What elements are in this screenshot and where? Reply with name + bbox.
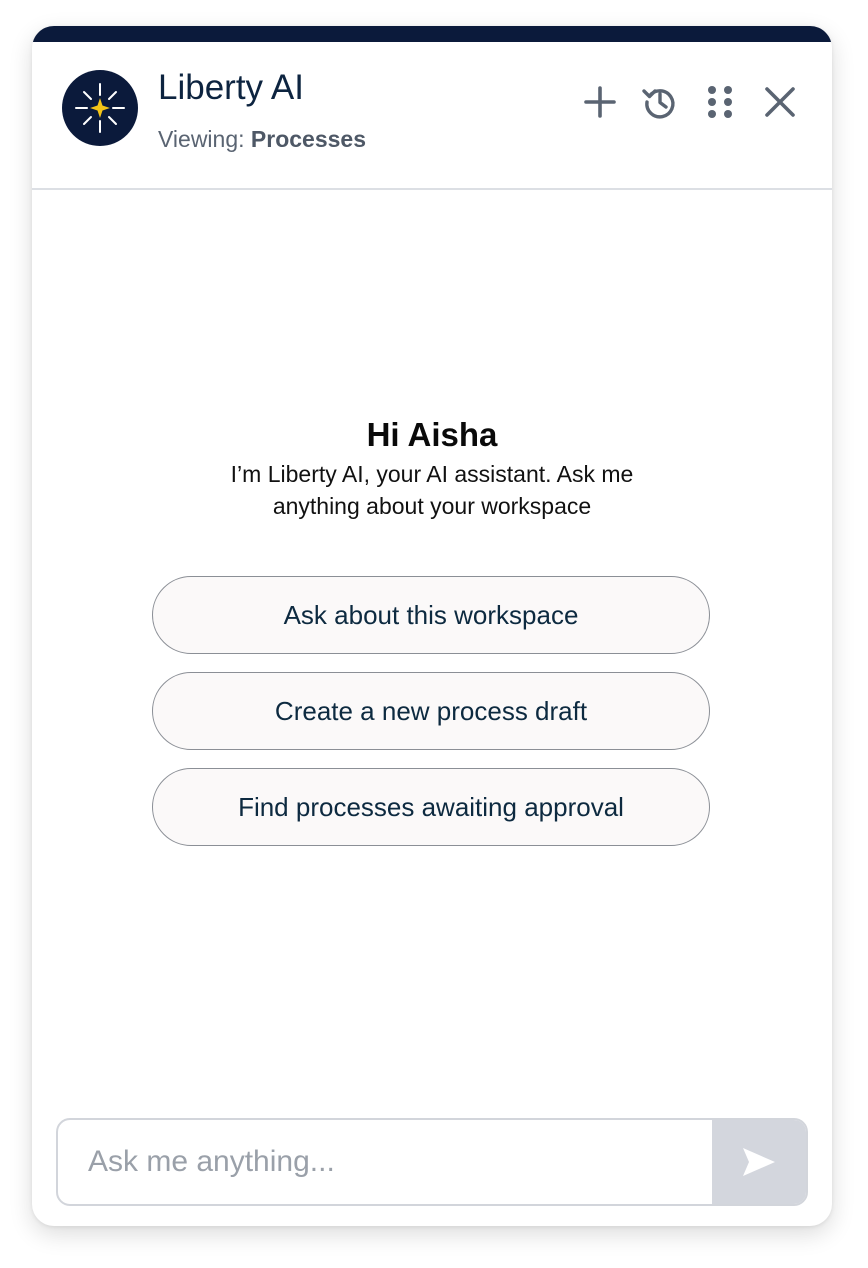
panel-top-bar (32, 26, 832, 42)
message-input[interactable] (58, 1120, 712, 1204)
assistant-panel: Liberty AI Viewing: Processes Hi Aisha I… (32, 26, 832, 1226)
drag-handle-button[interactable] (698, 80, 742, 124)
plus-icon (584, 86, 616, 118)
close-button[interactable] (758, 80, 802, 124)
grid-dots-icon (708, 86, 732, 118)
suggestion-create-process-button[interactable]: Create a new process draft (152, 672, 710, 750)
assistant-title: Liberty AI (158, 68, 304, 107)
close-icon (765, 87, 795, 117)
greeting-heading: Hi Aisha (366, 416, 498, 453)
history-button[interactable] (638, 80, 682, 124)
sparkle-logo-icon (62, 70, 138, 146)
new-chat-button[interactable] (578, 80, 622, 124)
panel-header: Liberty AI Viewing: Processes (32, 42, 832, 190)
send-button[interactable] (712, 1120, 806, 1204)
viewing-label: Viewing: (158, 126, 245, 152)
suggestion-find-approvals-button[interactable]: Find processes awaiting approval (152, 768, 710, 846)
message-composer (56, 1118, 808, 1206)
intro-text: I’m Liberty AI, your AI assistant. Ask m… (230, 461, 634, 519)
send-icon (743, 1148, 775, 1176)
history-icon (642, 89, 675, 119)
suggestion-ask-workspace-button[interactable]: Ask about this workspace (152, 576, 710, 654)
viewing-value: Processes (250, 126, 367, 152)
viewing-context: Viewing: Processes (158, 124, 366, 154)
